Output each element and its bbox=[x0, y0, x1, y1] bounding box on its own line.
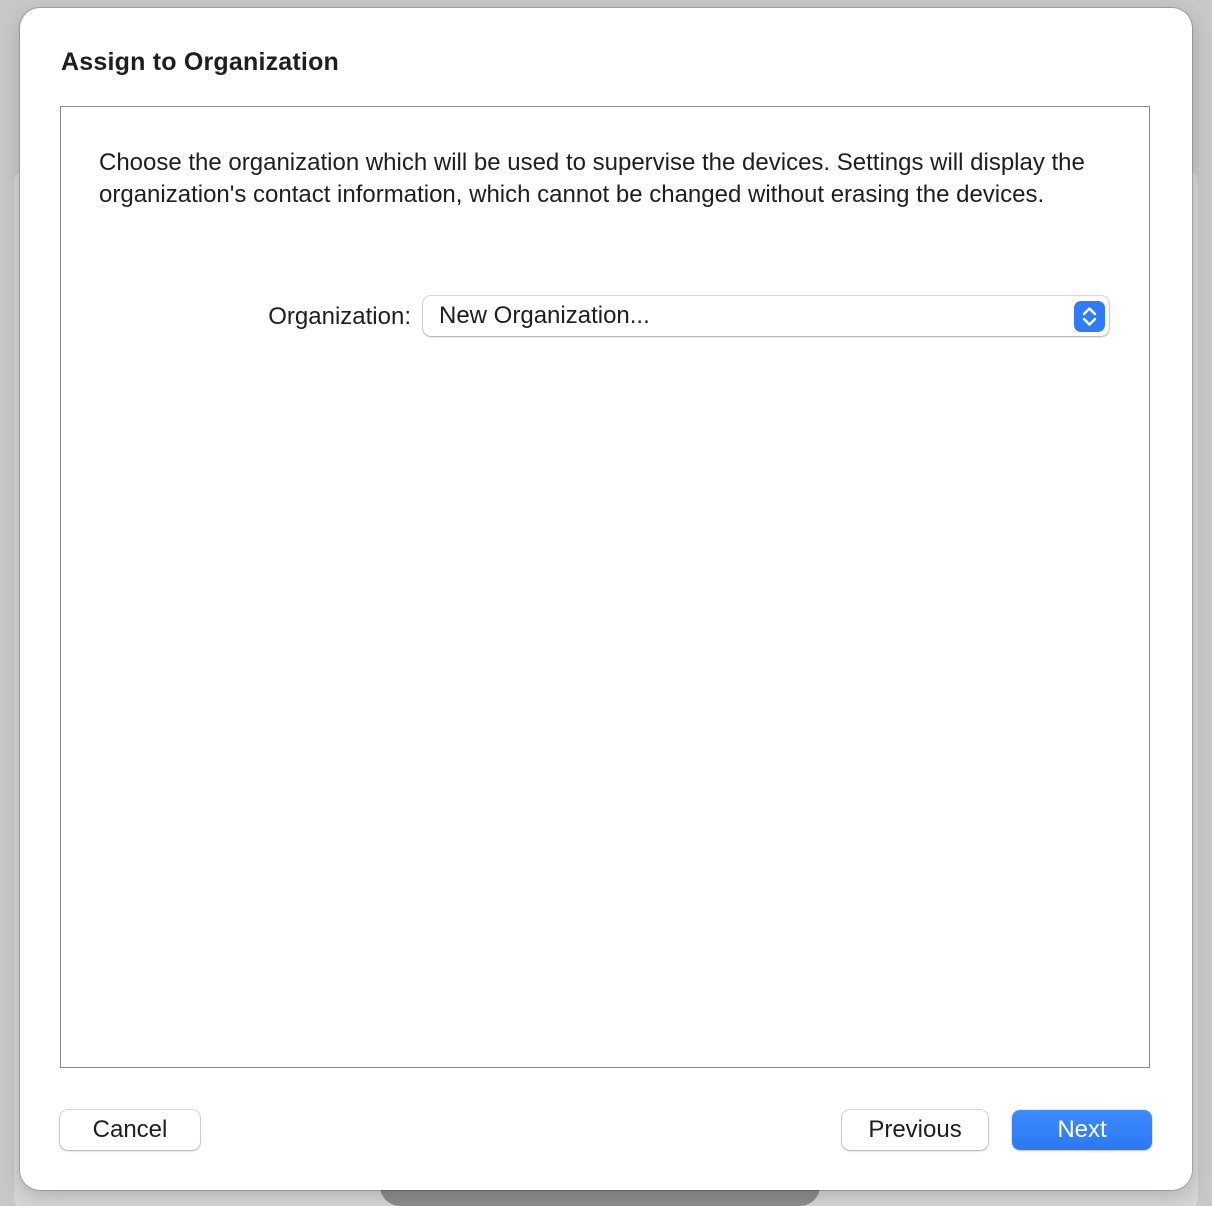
chevron-up-down-icon bbox=[1074, 301, 1105, 332]
assign-organization-sheet: Assign to Organization Choose the organi… bbox=[20, 8, 1192, 1190]
next-button[interactable]: Next bbox=[1012, 1110, 1152, 1150]
previous-button[interactable]: Previous bbox=[842, 1110, 988, 1150]
sheet-title: Assign to Organization bbox=[61, 48, 340, 76]
description-text: Choose the organization which will be us… bbox=[99, 149, 1085, 208]
cancel-button[interactable]: Cancel bbox=[60, 1110, 200, 1150]
organization-popup[interactable]: New Organization... bbox=[423, 296, 1109, 336]
content-panel: Choose the organization which will be us… bbox=[60, 106, 1150, 1068]
organization-popup-value: New Organization... bbox=[439, 302, 650, 329]
organization-label: Organization: bbox=[268, 303, 411, 330]
